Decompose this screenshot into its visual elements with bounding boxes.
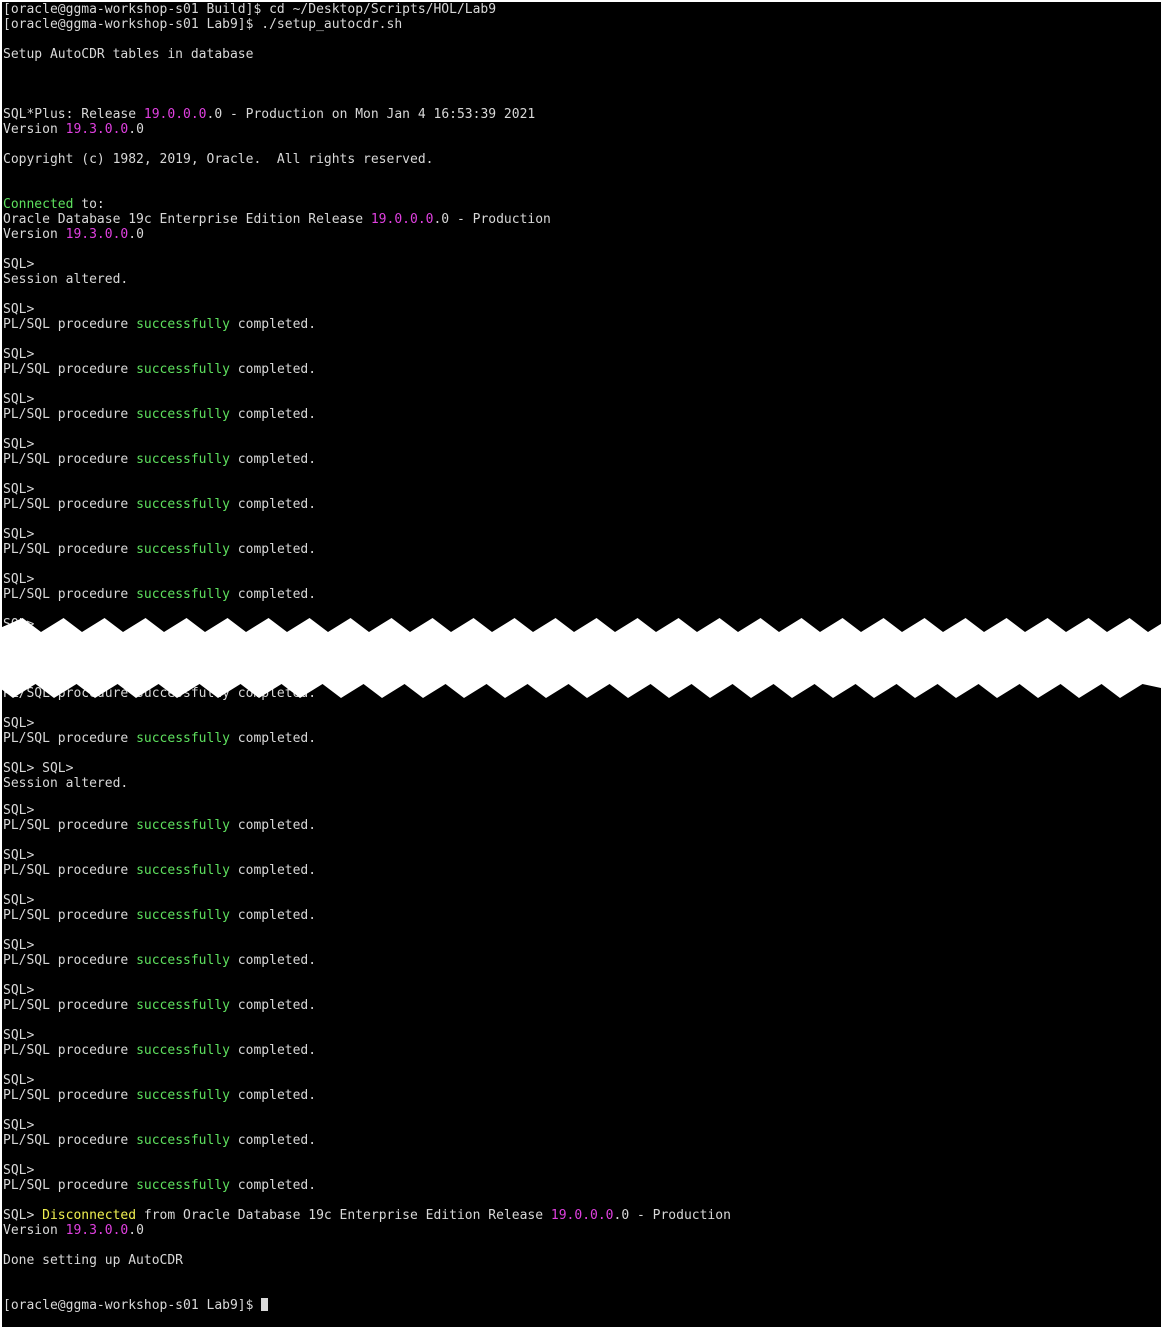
plsql-success-line: PL/SQL procedure successfully completed. xyxy=(3,953,317,968)
sql-prompt: SQL> xyxy=(3,983,35,998)
plsql-success-line: PL/SQL procedure successfully completed. xyxy=(3,1178,317,1193)
plsql-success-line: PL/SQL procedure successfully completed. xyxy=(3,452,317,467)
terminal-top-pane: [oracle@ggma-workshop-s01 Build]$ cd ~/D… xyxy=(2,2,1161,642)
plsql-success-line: PL/SQL procedure successfully completed. xyxy=(3,1043,317,1058)
disconnected-line: SQL> Disconnected from Oracle Database 1… xyxy=(3,1208,731,1223)
sql-prompt: SQL> xyxy=(3,803,35,818)
sql-prompt: SQL> xyxy=(3,1163,35,1178)
done-line: Done setting up AutoCDR xyxy=(3,1253,184,1268)
sql-double-prompt: SQL> SQL> xyxy=(3,761,74,776)
plsql-success-line: PL/SQL procedure successfully completed. xyxy=(3,818,317,833)
plsql-success-line: PL/SQL procedure successfully completed. xyxy=(3,1088,317,1103)
plsql-success-line: PL/SQL procedure successfully completed. xyxy=(3,317,317,332)
plsql-success-line: PL/SQL procedure successfully completed. xyxy=(3,731,317,746)
connected-line: Connected to: xyxy=(3,197,105,212)
session-altered: Session altered. xyxy=(3,272,129,287)
torn-edge-divider xyxy=(0,618,1161,698)
cursor-block xyxy=(261,1298,269,1311)
sql-prompt: SQL> xyxy=(3,572,35,587)
version-line: Version 19.3.0.0.0 xyxy=(3,122,144,137)
sql-prompt: SQL> xyxy=(3,893,35,908)
sql-prompt: SQL> xyxy=(3,302,35,317)
plsql-success-line: PL/SQL procedure successfully completed. xyxy=(3,863,317,878)
sql-prompt: SQL> xyxy=(3,257,35,272)
sql-prompt: SQL> xyxy=(3,1118,35,1133)
sql-prompt: SQL> xyxy=(3,437,35,452)
plsql-success-line: PL/SQL procedure successfully completed. xyxy=(3,587,317,602)
copyright-line: Copyright (c) 1982, 2019, Oracle. All ri… xyxy=(3,152,434,167)
plsql-success-line: PL/SQL procedure successfully completed. xyxy=(3,362,317,377)
version-line: Version 19.3.0.0.0 xyxy=(3,227,144,242)
sql-prompt: SQL> xyxy=(3,482,35,497)
torn-paper-shape xyxy=(0,618,1161,698)
final-prompt[interactable]: [oracle@ggma-workshop-s01 Lab9]$ xyxy=(2,1298,1161,1313)
plsql-success-line: PL/SQL procedure successfully completed. xyxy=(3,998,317,1013)
terminal-line: [oracle@ggma-workshop-s01 Lab9]$ ./setup… xyxy=(3,17,403,32)
terminal-line: [oracle@ggma-workshop-s01 Build]$ cd ~/D… xyxy=(3,2,497,17)
sql-prompt: SQL> xyxy=(3,1028,35,1043)
oracle-db-line: Oracle Database 19c Enterprise Edition R… xyxy=(3,212,551,227)
terminal-line: Setup AutoCDR tables in database xyxy=(3,47,254,62)
sqlplus-banner: SQL*Plus: Release 19.0.0.0.0 - Productio… xyxy=(3,107,536,122)
plsql-success-line: PL/SQL procedure successfully completed. xyxy=(3,908,317,923)
sql-prompt: SQL> xyxy=(3,1073,35,1088)
sql-prompt: SQL> xyxy=(3,347,35,362)
session-altered: Session altered. xyxy=(3,776,129,791)
plsql-success-line: PL/SQL procedure successfully completed. xyxy=(3,497,317,512)
plsql-success-line: PL/SQL procedure successfully completed. xyxy=(3,1133,317,1148)
sql-prompt: SQL> xyxy=(3,848,35,863)
sql-prompt: SQL> xyxy=(3,527,35,542)
sql-prompt: SQL> xyxy=(3,716,35,731)
terminal-bottom-pane: PL/SQL procedure successfully completed.… xyxy=(2,682,1161,1327)
version-line: Version 19.3.0.0.0 xyxy=(3,1223,144,1238)
plsql-success-line: PL/SQL procedure successfully completed. xyxy=(3,542,317,557)
sql-prompt: SQL> xyxy=(3,938,35,953)
sql-prompt: SQL> xyxy=(3,392,35,407)
plsql-success-line: PL/SQL procedure successfully completed. xyxy=(3,407,317,422)
